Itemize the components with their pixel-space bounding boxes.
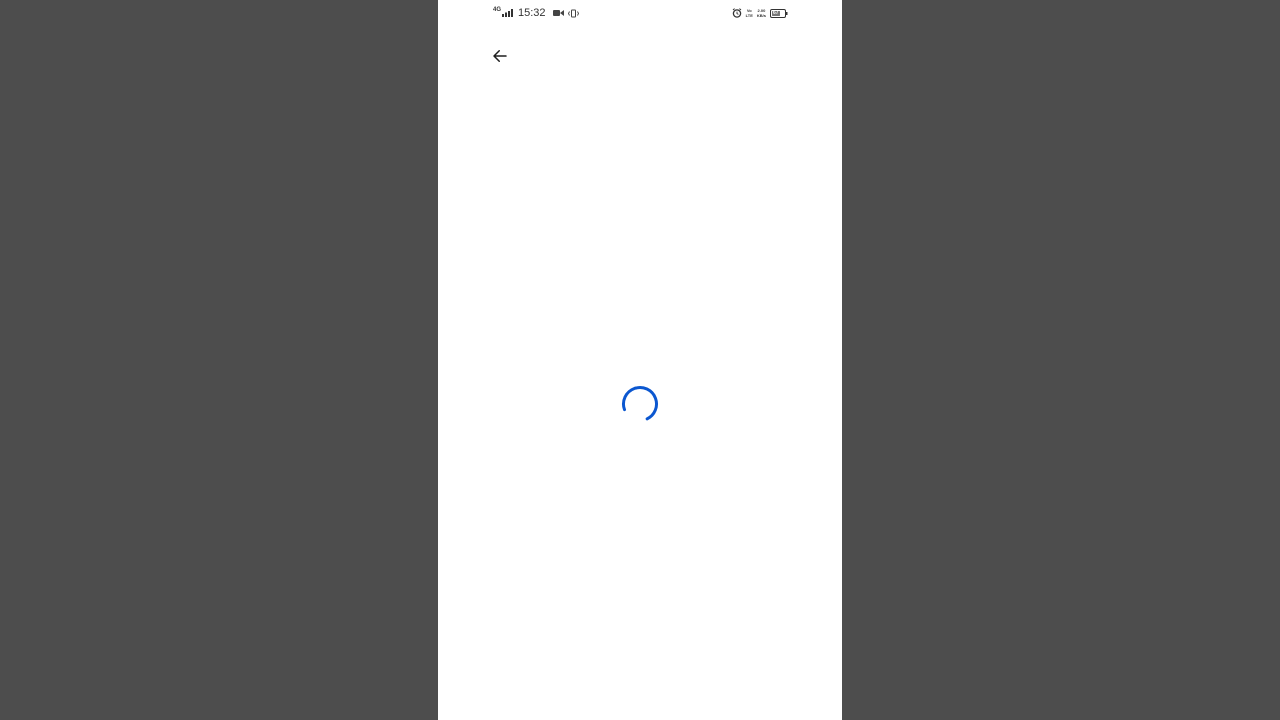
phone-screen: 4G 15:32 Vo LTE 2.00 KB/s 67 (438, 0, 842, 720)
status-bar: 4G 15:32 Vo LTE 2.00 KB/s 67 (438, 0, 842, 26)
status-bar-right: Vo LTE 2.00 KB/s 67 (732, 6, 788, 20)
status-bar-left: 4G 15:32 (493, 6, 579, 20)
loading-spinner (620, 384, 660, 424)
battery-icon: 67 (770, 8, 788, 18)
alarm-icon (732, 8, 742, 18)
loading-spinner-icon (620, 384, 660, 424)
arrow-left-icon (491, 47, 509, 65)
status-time: 15:32 (518, 7, 546, 19)
volte-bottom-label: LTE (745, 13, 753, 18)
vibrate-icon (567, 9, 579, 18)
network-speed: 2.00 KB/s (757, 8, 766, 18)
battery-level-label: 67 (773, 9, 779, 16)
network-type-label: 4G (493, 7, 502, 13)
volte-indicator: Vo LTE (746, 8, 753, 18)
signal-icon (502, 9, 514, 17)
back-button[interactable] (488, 44, 512, 68)
network-speed-unit: KB/s (756, 13, 766, 18)
video-record-icon (552, 9, 564, 17)
